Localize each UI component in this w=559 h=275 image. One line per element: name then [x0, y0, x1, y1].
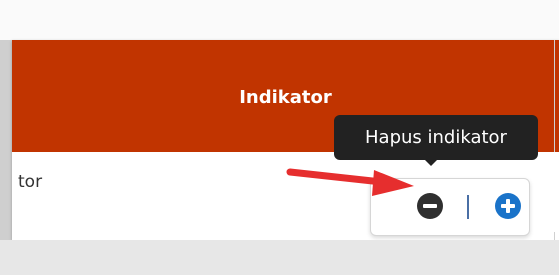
- header-title: Indikator: [239, 86, 332, 108]
- left-border: [0, 40, 12, 240]
- table-row: tor: [12, 152, 559, 236]
- row-actions: [370, 178, 530, 236]
- add-indicator-button[interactable]: [495, 193, 521, 219]
- actions-separator: [467, 195, 469, 219]
- remove-indicator-button[interactable]: [417, 193, 443, 219]
- tooltip-arrow: [425, 160, 437, 166]
- page-bottom-area: [0, 240, 559, 275]
- page-top-area: [0, 0, 559, 40]
- tooltip-text: Hapus indikator: [365, 127, 507, 148]
- tooltip: Hapus indikator: [334, 115, 538, 160]
- row-text: tor: [18, 172, 43, 192]
